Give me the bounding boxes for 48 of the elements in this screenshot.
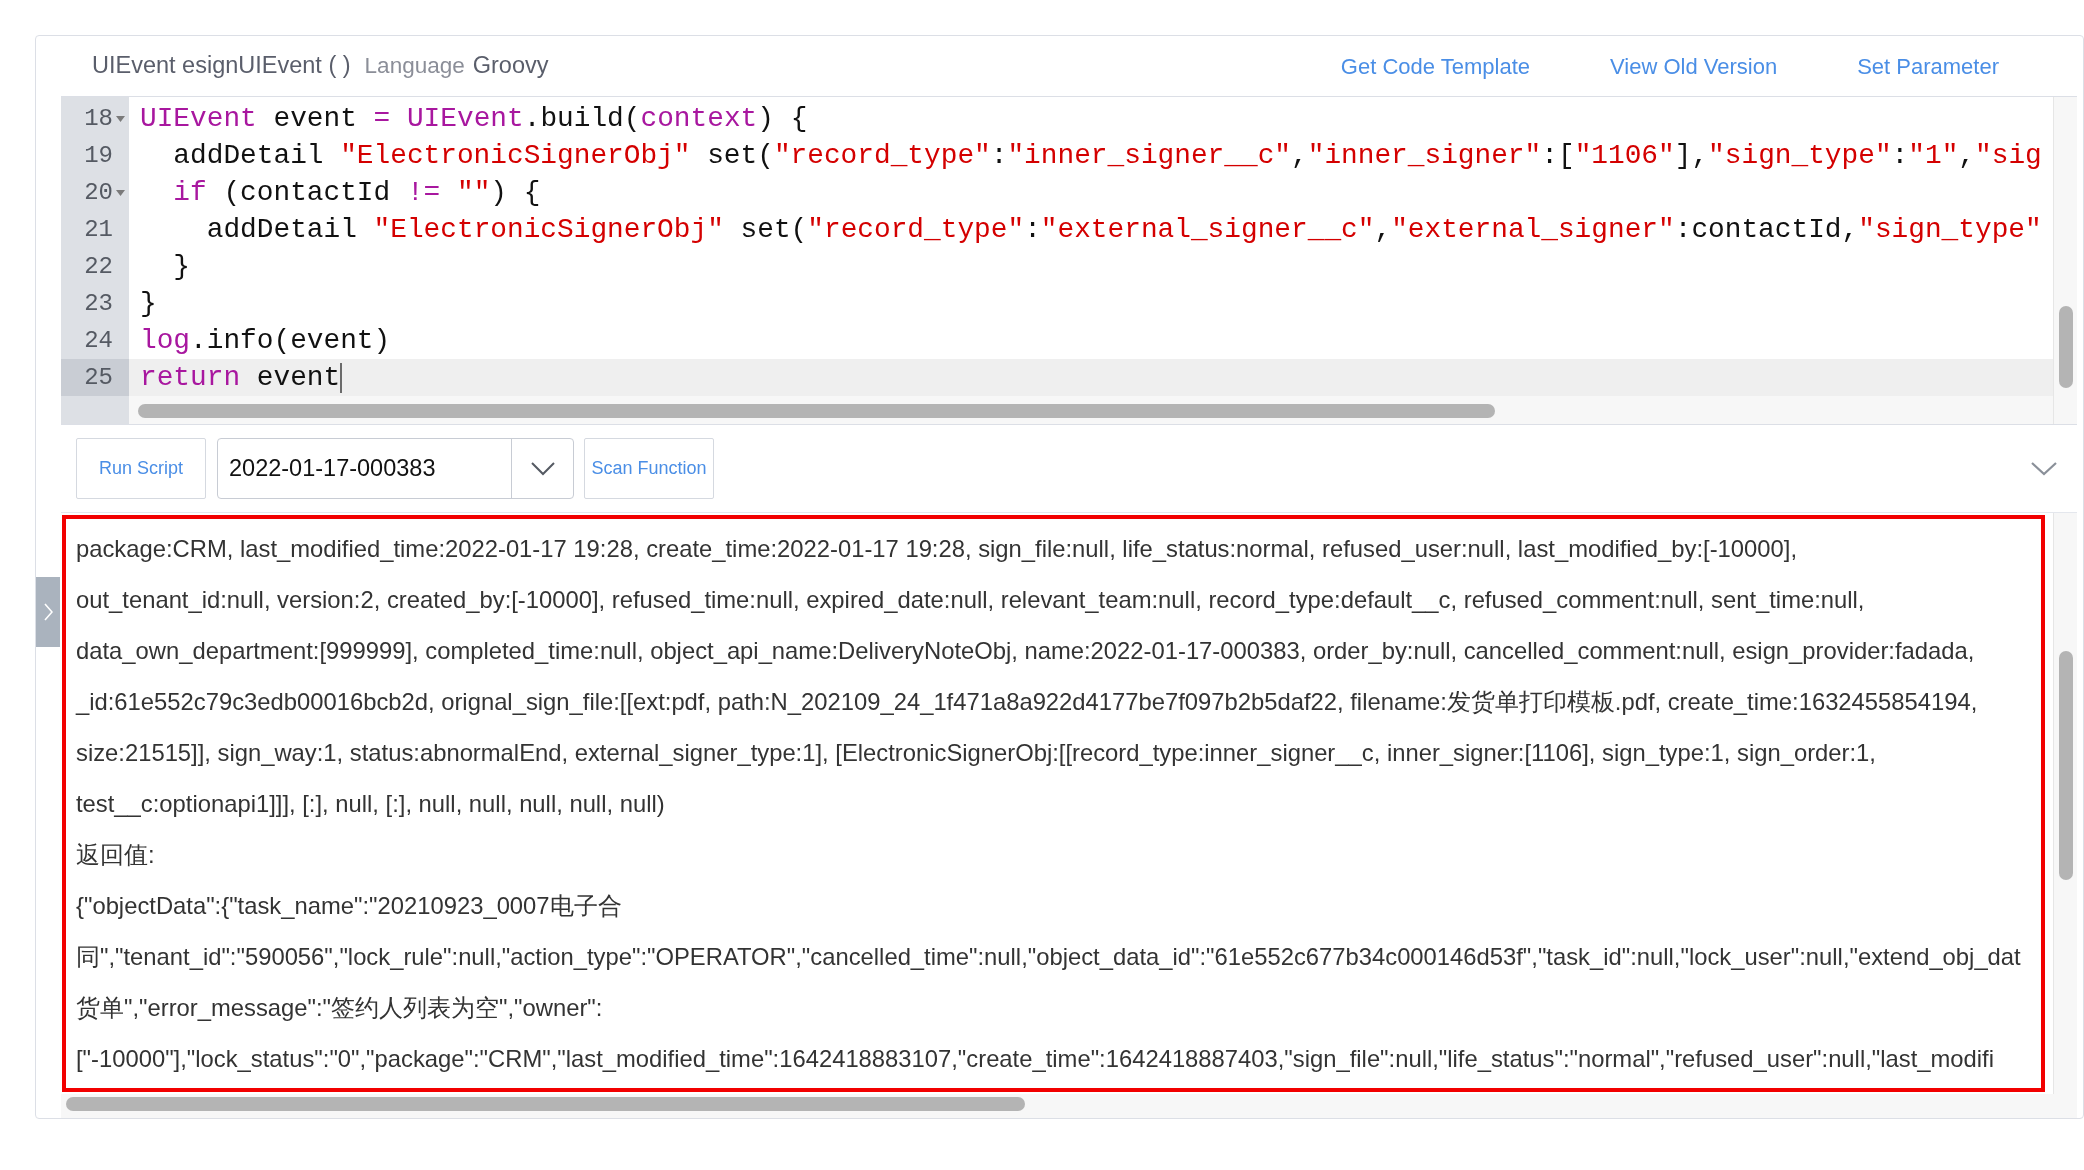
code-line: } bbox=[172, 250, 191, 284]
output-line: data_own_department:[999999], completed_time:null, object_api_name:DeliveryNoteObj, name:2022-01-17-000383, order_by:null, cancelled_comment:null, esign_provider:fadada, bbox=[76, 636, 1975, 666]
line-number: 19 bbox=[84, 140, 113, 171]
output-line: {"objectData":{"task_name":"20210923_0007电子合 bbox=[76, 891, 622, 921]
output-line: size:21515]], sign_way:1, status:abnormalEnd, external_signer_type:1], [ElectronicSignerObj:[[record_type:inner_signer__c, inner_signer:[1106], sign_type:1, sign_order:1, bbox=[76, 738, 1876, 768]
line-number: 22 bbox=[84, 251, 113, 282]
scrollbar-thumb[interactable] bbox=[2058, 651, 2073, 880]
code-line: addDetail "ElectronicSignerObj" set("record_type":"inner_signer__c","inner_signer":["1106"],"sign_type":"1","sig bbox=[172, 139, 2042, 173]
output-line: test__c:optionapi1]]], [:], null, [:], null, null, null, null, null) bbox=[76, 789, 665, 819]
output-line: 返回值: bbox=[76, 840, 155, 870]
code-line: } bbox=[140, 287, 157, 321]
text-cursor-icon bbox=[340, 362, 343, 393]
code-line: if (contactId != "") { bbox=[172, 176, 541, 210]
line-number: 20 bbox=[84, 177, 113, 208]
output-line: package:CRM, last_modified_time:2022-01-17 19:28, create_time:2022-01-17 19:28, sign_file:null, life_status:normal, refused_user:null, last_modified_by:[-10000], bbox=[76, 534, 1797, 564]
output-line: out_tenant_id:null, version:2, created_by:[-10000], refused_time:null, expired_date:null, relevant_team:null, record_type:default__c, refused_comment:null, sent_time:null, bbox=[76, 585, 1865, 615]
language-value: Groovy bbox=[472, 51, 549, 81]
chevron-down-icon bbox=[530, 461, 555, 476]
line-number: 18 bbox=[84, 103, 113, 134]
code-line: return event bbox=[140, 361, 341, 395]
record-select[interactable]: 2022-01-17-000383 bbox=[217, 438, 574, 499]
line-number: 23 bbox=[84, 288, 113, 319]
run-script-button[interactable]: Run Script bbox=[76, 438, 206, 499]
scrollbar-thumb[interactable] bbox=[66, 1097, 1025, 1111]
line-number: 25 bbox=[84, 362, 113, 393]
code-line: UIEvent event = UIEvent.build(context) { bbox=[140, 102, 808, 136]
fold-caret-icon[interactable] bbox=[115, 115, 125, 122]
header-link[interactable]: View Old Version bbox=[1610, 49, 1778, 83]
output-line: ["-10000"],"lock_status":"0","package":"CRM","last_modified_time":1642418883107,"create_time":1642418887403,"sign_file":null,"life_status":"normal","refused_user":null,"last_modifi bbox=[76, 1044, 1994, 1074]
header-link[interactable]: Set Parameter bbox=[1857, 49, 1999, 83]
chevron-down-icon[interactable] bbox=[2031, 461, 2057, 476]
code-editor[interactable] bbox=[61, 96, 2077, 425]
chevron-right-icon bbox=[43, 603, 53, 621]
line-number: 24 bbox=[84, 325, 113, 356]
output-line: 货单","error_message":"签约人列表为空","owner": bbox=[76, 993, 603, 1023]
line-number: 21 bbox=[84, 214, 113, 245]
function-title: UIEvent esignUIEvent ( ) bbox=[92, 51, 351, 81]
fold-caret-icon[interactable] bbox=[115, 189, 125, 196]
language-label: Language bbox=[364, 52, 465, 81]
scan-function-button[interactable]: Scan Function bbox=[584, 438, 714, 499]
scrollbar-thumb[interactable] bbox=[138, 404, 1495, 418]
code-line: log.info(event) bbox=[140, 324, 391, 358]
header-link[interactable]: Get Code Template bbox=[1340, 49, 1530, 83]
output-line: _id:61e552c79c3edb00016bcb2d, orignal_sign_file:[[ext:pdf, path:N_202109_24_1f471a8a922d4177be7f097b2b5daf22, filename:发货单打印模板.pdf, create_time:1632455854194, bbox=[76, 687, 1978, 717]
output-line: 同","tenant_id":"590056","lock_rule":null,"action_type":"OPERATOR","cancelled_time":null,"object_data_id":"61e552c677b34c000146d53f","task_id":null,"lock_user":null,"extend_obj_dat bbox=[76, 942, 2021, 972]
scrollbar-thumb[interactable] bbox=[2058, 306, 2073, 388]
code-line: addDetail "ElectronicSignerObj" set("record_type":"external_signer__c","external_signer":contactId,"sign_type" bbox=[205, 213, 2042, 247]
sidebar-toggle[interactable] bbox=[36, 577, 60, 647]
